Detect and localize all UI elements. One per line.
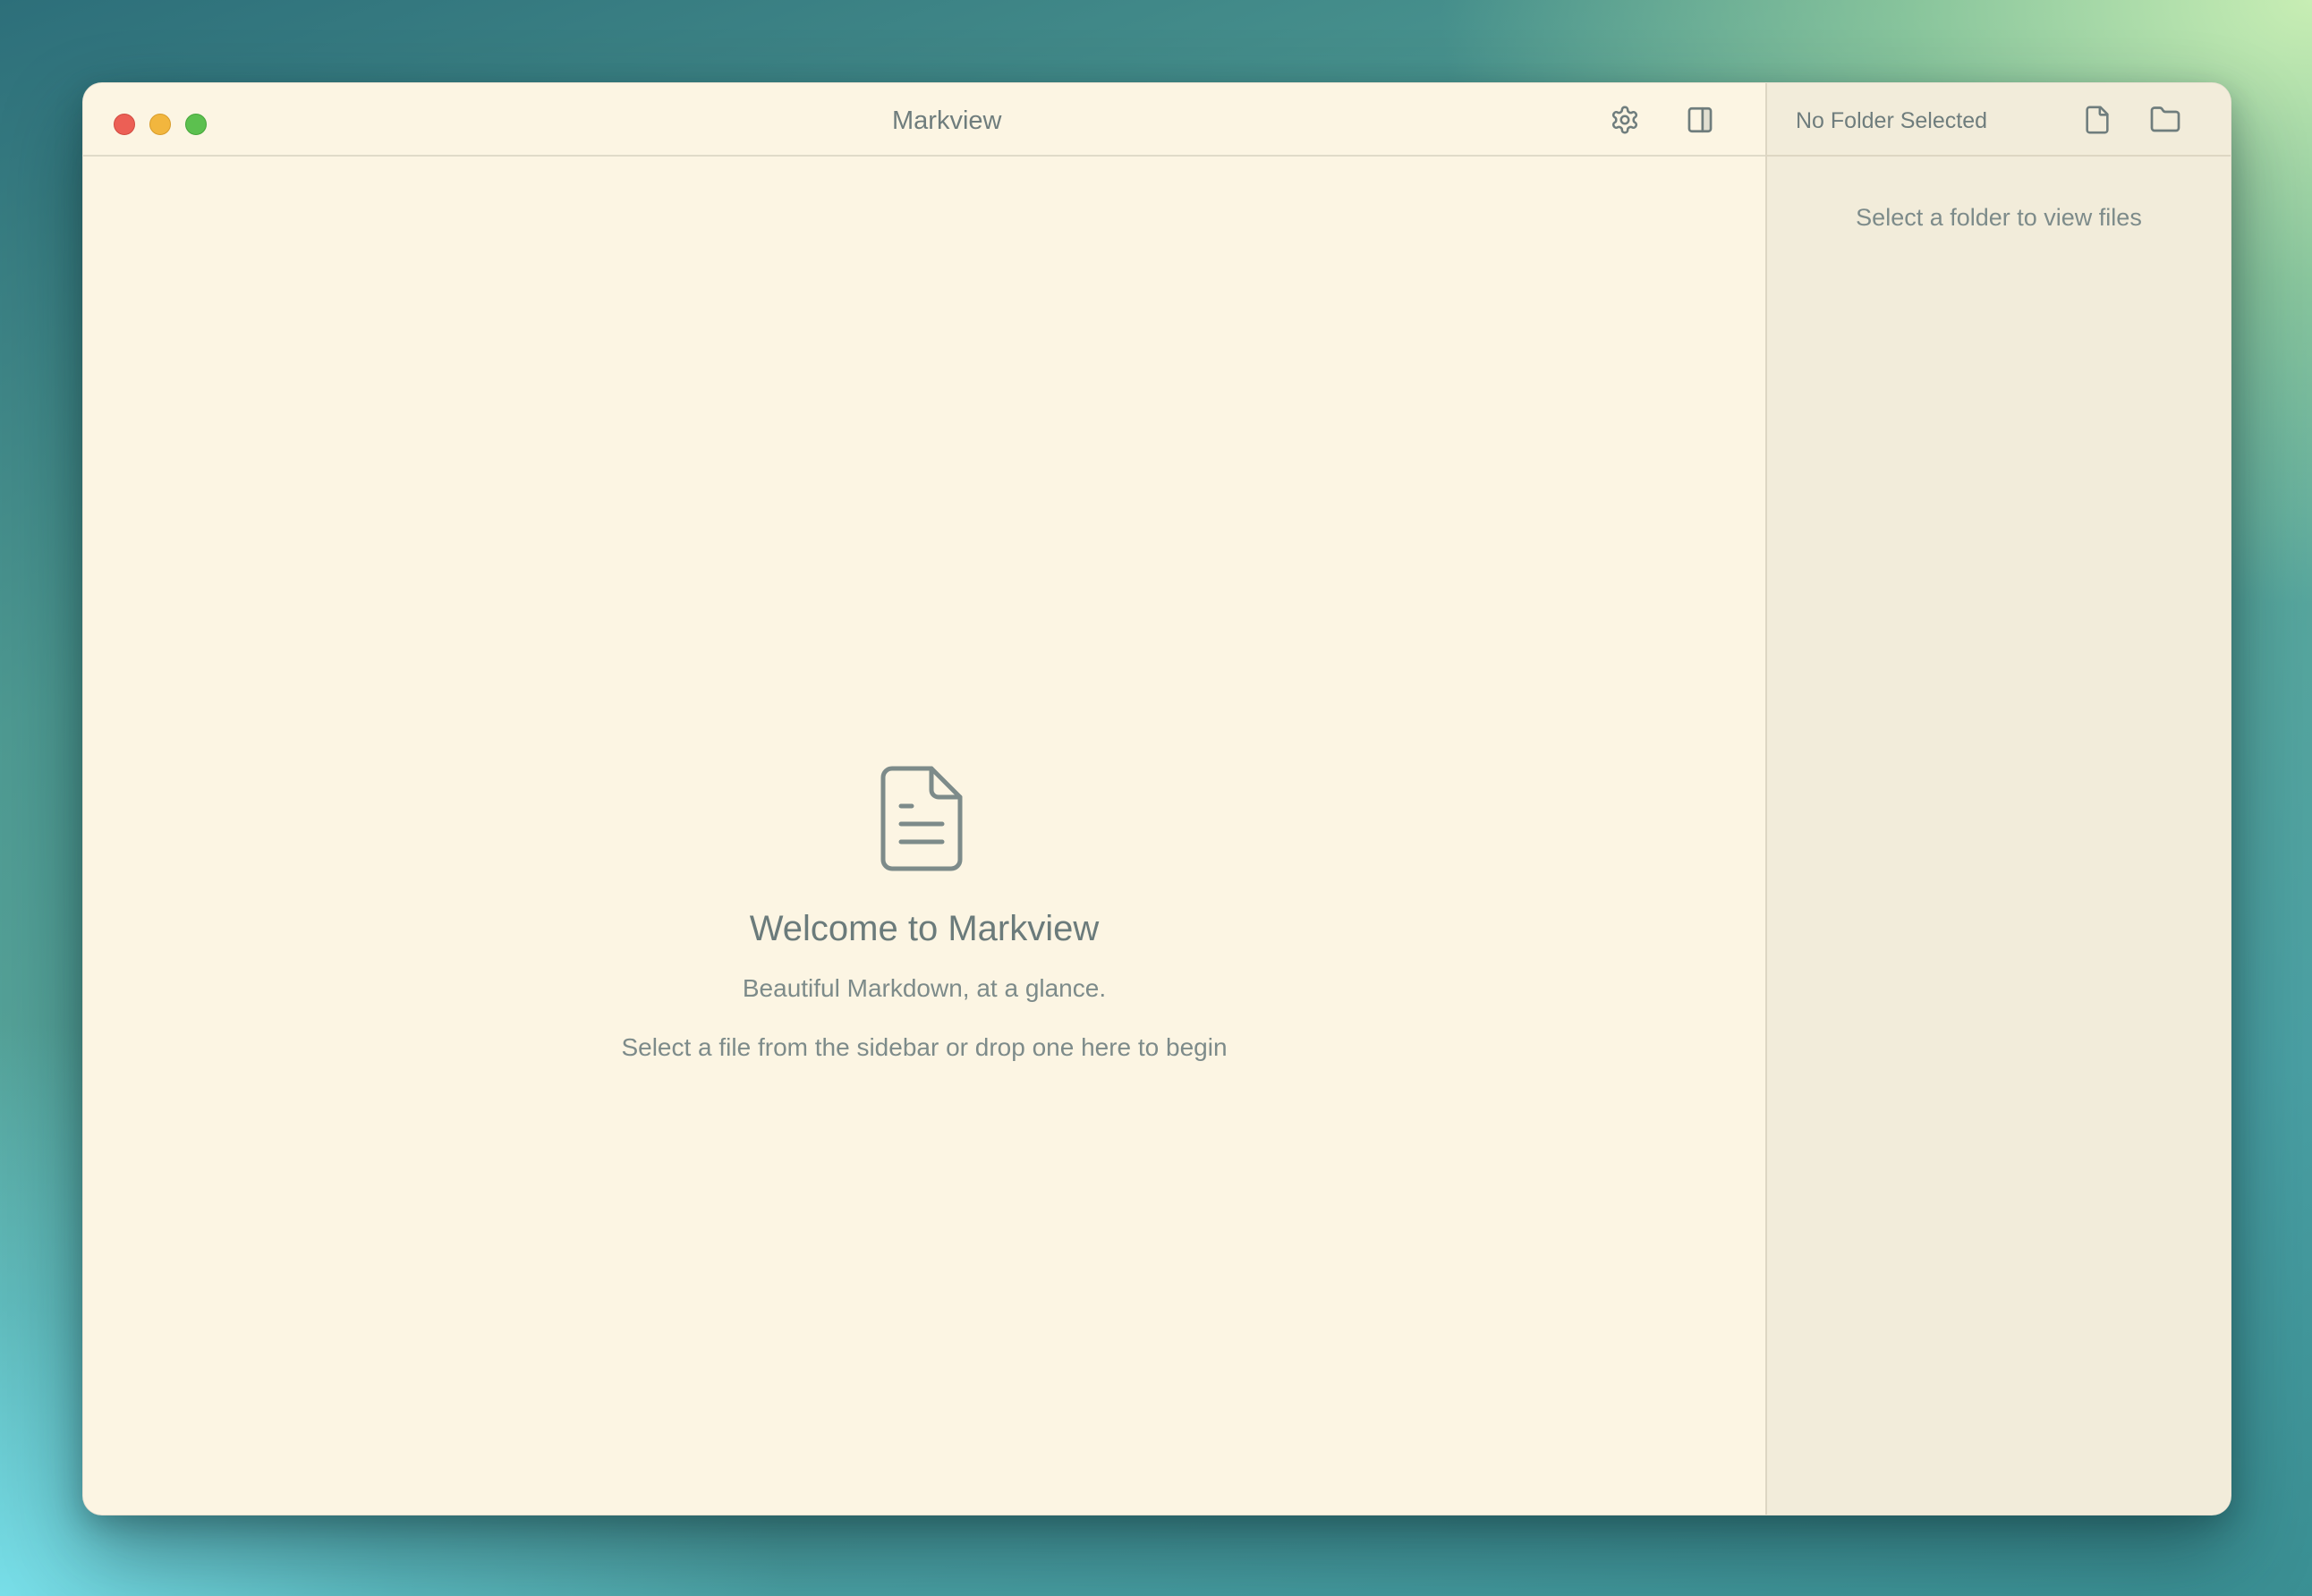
gear-icon: [1611, 106, 1638, 134]
sidebar-empty-message: Select a folder to view files: [1856, 204, 2142, 231]
toggle-sidebar-button[interactable]: [1679, 99, 1721, 140]
folder-icon: [2150, 106, 2180, 132]
file-icon: [2086, 106, 2109, 134]
sidebar-panel-icon: [1687, 106, 1713, 133]
open-folder-button[interactable]: [2145, 99, 2186, 140]
desktop-background: Markview Welcome to Markview Beautiful M…: [0, 0, 2312, 1596]
sidebar-header: No Folder Selected: [1767, 83, 2231, 157]
main-pane: Markview Welcome to Markview Beautiful M…: [83, 83, 1765, 1515]
welcome-title: Welcome to Markview: [749, 909, 1100, 948]
title-bar: Markview: [83, 83, 1765, 157]
app-window: Markview Welcome to Markview Beautiful M…: [82, 82, 2231, 1515]
current-folder-label: No Folder Selected: [1796, 108, 1988, 133]
settings-button[interactable]: [1604, 99, 1645, 140]
open-file-button[interactable]: [2077, 99, 2118, 140]
welcome-screen: Welcome to Markview Beautiful Markdown, …: [83, 157, 1765, 1515]
welcome-hint: Select a file from the sidebar or drop o…: [621, 1033, 1228, 1061]
file-sidebar: No Folder Selected Select a folder to vi…: [1765, 83, 2231, 1515]
welcome-subtitle: Beautiful Markdown, at a glance.: [742, 974, 1107, 1002]
window-title: Markview: [892, 106, 1002, 135]
document-icon: [880, 766, 963, 871]
